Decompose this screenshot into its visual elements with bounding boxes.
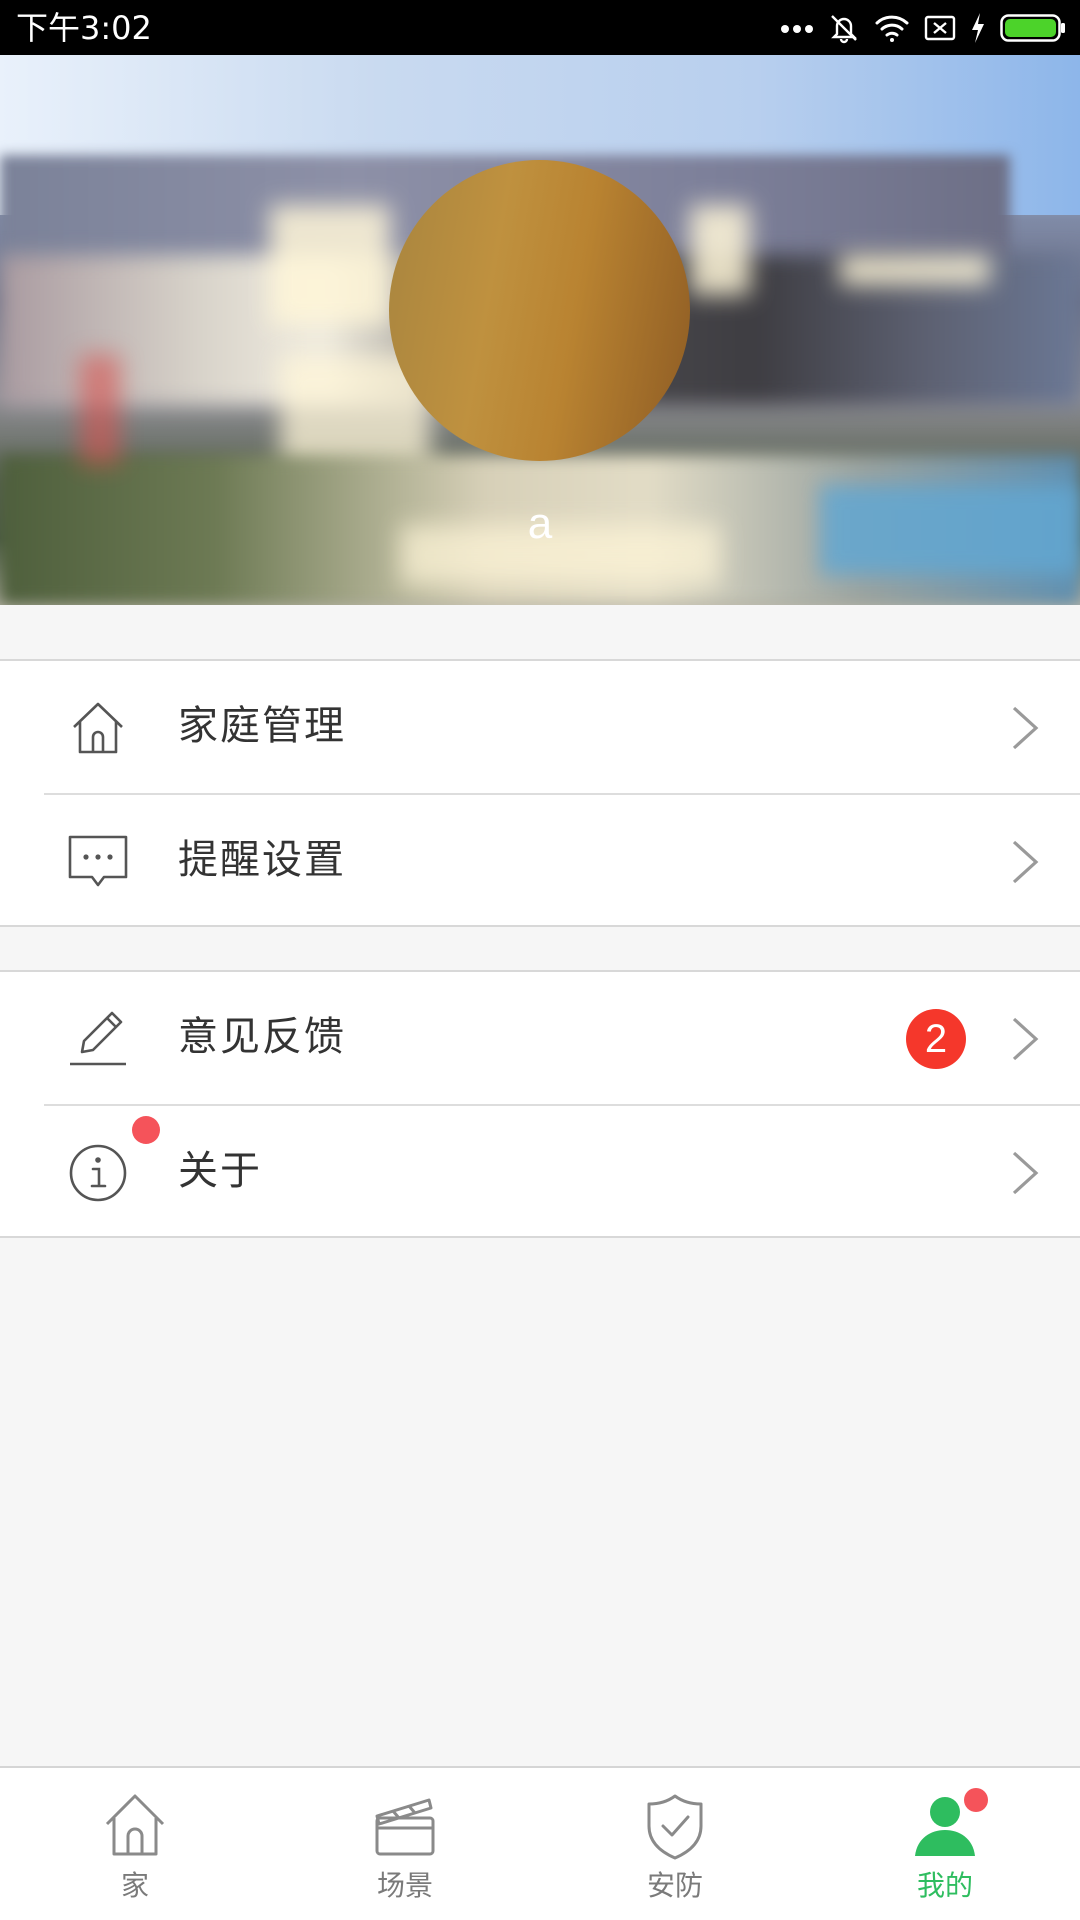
mine-new-dot [964,1788,988,1812]
username: a [527,499,553,548]
chevron-right-icon [1010,1150,1040,1196]
tab-security[interactable]: 安防 [540,1768,810,1920]
notification-count-badge: 2 [906,1009,966,1069]
home-icon [103,1790,167,1860]
menu-item-feedback[interactable]: 意见反馈 2 [0,972,1080,1104]
menu-group-account: 家庭管理 提醒设置 [0,659,1080,927]
clapperboard-icon [373,1790,437,1860]
menu-group-support: 意见反馈 2 关于 [0,970,1080,1238]
status-bar: 下午3:02 [0,0,1080,55]
chevron-right-icon [1010,1016,1040,1062]
about-new-dot [132,1116,160,1144]
menu-item-about[interactable]: 关于 [44,1104,1080,1236]
menu-item-label: 关于 [178,1148,262,1194]
menu-item-family-management[interactable]: 家庭管理 [0,661,1080,793]
menu-item-label: 意见反馈 [178,1014,346,1060]
chevron-right-icon [1010,705,1040,751]
avatar[interactable] [389,160,690,461]
status-time: 下午3:02 [16,9,152,47]
tab-scenes[interactable]: 场景 [270,1768,540,1920]
charging-icon [970,13,986,43]
chevron-right-icon [1010,839,1040,885]
tab-home[interactable]: 家 [0,1768,270,1920]
menu-item-label: 家庭管理 [178,703,346,749]
pen-icon [68,1008,128,1068]
message-bubble-icon [68,831,128,891]
shield-check-icon [643,1790,707,1860]
info-icon [68,1142,128,1202]
menu-item-label: 提醒设置 [178,837,346,883]
home-icon [68,697,128,757]
sim-error-icon [924,14,956,42]
tab-label: 场景 [376,1869,433,1902]
status-icons [766,10,1066,46]
tab-label: 我的 [916,1869,973,1902]
tab-label: 家 [120,1869,149,1902]
wifi-icon [874,13,910,43]
tab-label: 安防 [646,1869,703,1902]
profile-header: a [0,55,1080,605]
tab-mine[interactable]: 我的 [810,1768,1080,1920]
more-dots-icon [780,22,814,34]
battery-icon [1000,13,1066,43]
bottom-tab-bar: 家 场景 安防 我的 [0,1766,1080,1920]
menu-item-reminder-settings[interactable]: 提醒设置 [44,793,1080,925]
mute-bell-icon [828,12,860,44]
